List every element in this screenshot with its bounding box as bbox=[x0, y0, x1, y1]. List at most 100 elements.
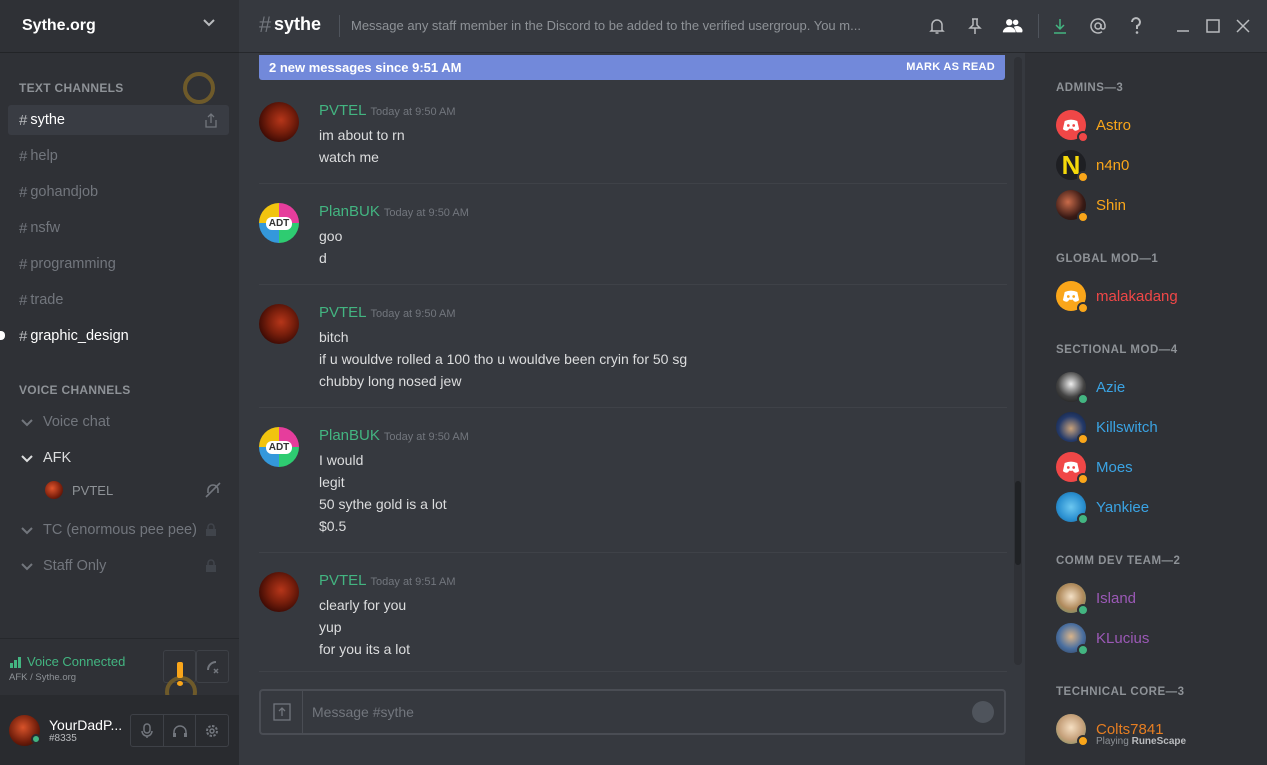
notifications-button[interactable] bbox=[926, 15, 948, 37]
member-n4n0[interactable]: Nn4n0 bbox=[1056, 149, 1256, 183]
close-button[interactable] bbox=[1232, 15, 1254, 37]
message-author[interactable]: PlanBUK bbox=[319, 203, 380, 220]
channel-programming[interactable]: # programming bbox=[8, 249, 229, 279]
avatar bbox=[1056, 492, 1089, 525]
user-tag: #8335 bbox=[49, 733, 77, 744]
invite-icon[interactable] bbox=[203, 113, 219, 129]
member-island[interactable]: Island bbox=[1056, 582, 1256, 616]
member-astro[interactable]: Astro bbox=[1056, 109, 1256, 143]
channel-nsfw[interactable]: # nsfw bbox=[8, 213, 229, 243]
member-shin[interactable]: Shin bbox=[1056, 189, 1256, 223]
channel-sythe[interactable]: # sythe bbox=[8, 105, 229, 135]
channel-hash-icon: # bbox=[19, 255, 28, 273]
channel-graphic-design[interactable]: # graphic_design bbox=[8, 321, 229, 351]
channel-hash-icon: # bbox=[19, 147, 28, 165]
avatar[interactable] bbox=[259, 572, 299, 612]
avatar[interactable] bbox=[259, 102, 299, 142]
member-list-toggle[interactable] bbox=[1001, 15, 1023, 37]
channel-trade[interactable]: # trade bbox=[8, 285, 229, 315]
disconnect-button[interactable] bbox=[196, 650, 229, 683]
voice-user-pvtel[interactable]: PVTEL bbox=[45, 479, 225, 501]
voice-channel-3[interactable]: Staff Only bbox=[8, 551, 229, 581]
scrollbar-track[interactable] bbox=[1014, 57, 1022, 665]
member-colts7841[interactable]: Colts7841 Playing RuneScape bbox=[1056, 713, 1256, 747]
channel-hash-icon: # bbox=[259, 12, 272, 37]
avatar bbox=[1056, 190, 1089, 223]
member-malakadang[interactable]: malakadang bbox=[1056, 280, 1256, 314]
channel-help[interactable]: # help bbox=[8, 141, 229, 171]
status-indicator bbox=[1077, 171, 1089, 183]
message-text: chubby long nosed jew bbox=[319, 373, 462, 389]
member-moes[interactable]: Moes bbox=[1056, 451, 1256, 485]
server-header[interactable]: Sythe.org bbox=[0, 0, 239, 53]
scrollbar-thumb[interactable] bbox=[1015, 481, 1021, 565]
voice-channel-2[interactable]: TC (enormous pee pee) bbox=[8, 515, 229, 545]
message-author[interactable]: PVTEL bbox=[319, 572, 367, 589]
mention-icon bbox=[1090, 18, 1106, 34]
message-text: watch me bbox=[319, 149, 379, 165]
channel-hash-icon: # bbox=[19, 327, 28, 345]
channel-gohandjob[interactable]: # gohandjob bbox=[8, 177, 229, 207]
mute-button[interactable] bbox=[131, 715, 164, 746]
message-author[interactable]: PVTEL bbox=[319, 102, 367, 119]
message-group: PVTEL Today at 9:50 AM im about to rn watch… bbox=[259, 102, 1007, 184]
message-list[interactable]: 2 new messages since 9:51 AM MARK AS REA… bbox=[239, 53, 1025, 673]
message-text: if u wouldve rolled a 100 tho u wouldve … bbox=[319, 351, 688, 367]
tutorial-indicator[interactable] bbox=[183, 72, 215, 104]
voice-status-sub: AFK / Sythe.org bbox=[9, 672, 77, 683]
avatar[interactable] bbox=[259, 304, 299, 344]
avatar[interactable]: ADT bbox=[259, 427, 299, 467]
emoji-picker-icon[interactable] bbox=[972, 701, 994, 723]
user-settings-button[interactable] bbox=[196, 715, 228, 746]
voice-channel-name: Voice chat bbox=[43, 414, 110, 430]
deafen-button[interactable] bbox=[164, 715, 197, 746]
channel-hash-icon: # bbox=[19, 111, 28, 129]
voice-channel-0[interactable]: Voice chat bbox=[8, 407, 229, 437]
minimize-button[interactable] bbox=[1172, 15, 1194, 37]
maximize-button[interactable] bbox=[1202, 15, 1224, 37]
text-channels-header[interactable]: TEXT CHANNELS bbox=[19, 81, 124, 95]
pin-icon bbox=[968, 18, 982, 34]
avatar[interactable]: ADT bbox=[259, 203, 299, 243]
upload-button[interactable] bbox=[261, 691, 303, 733]
lock-icon bbox=[206, 523, 216, 536]
status-indicator bbox=[1077, 735, 1089, 747]
avatar bbox=[1056, 583, 1089, 616]
avatar: N bbox=[1056, 150, 1089, 183]
pinned-messages-button[interactable] bbox=[964, 15, 986, 37]
message-body: I would legit 50 sythe gold is a lot $0.5 bbox=[319, 449, 447, 537]
download-button[interactable] bbox=[1049, 15, 1071, 37]
member-yankiee[interactable]: Yankiee bbox=[1056, 491, 1256, 525]
mark-as-read-button[interactable]: MARK AS READ bbox=[906, 61, 995, 73]
maximize-icon bbox=[1206, 19, 1220, 33]
message-input[interactable]: Message #sythe bbox=[312, 704, 414, 720]
member-group-title: TECHNICAL CORE—3 bbox=[1056, 686, 1185, 698]
member-killswitch[interactable]: Killswitch bbox=[1056, 411, 1256, 445]
message-author[interactable]: PlanBUK bbox=[319, 427, 380, 444]
member-name: KLucius bbox=[1096, 629, 1150, 647]
help-button[interactable] bbox=[1125, 15, 1147, 37]
channel-name: graphic_design bbox=[30, 328, 129, 344]
message-author[interactable]: PVTEL bbox=[319, 304, 367, 321]
status-indicator bbox=[1077, 604, 1089, 616]
mentions-button[interactable] bbox=[1087, 15, 1109, 37]
voice-channels-header[interactable]: VOICE CHANNELS bbox=[19, 383, 131, 397]
voice-connected-status[interactable]: Voice Connected bbox=[9, 654, 125, 669]
channel-sidebar: Sythe.org TEXT CHANNELS # sythe # help # goha… bbox=[0, 0, 239, 765]
status-indicator bbox=[1077, 644, 1089, 656]
voice-channel-1[interactable]: AFK bbox=[8, 443, 229, 473]
message-body: bitch if u wouldve rolled a 100 tho u wou… bbox=[319, 326, 687, 392]
members-icon bbox=[1002, 19, 1023, 33]
new-messages-bar[interactable]: 2 new messages since 9:51 AM MARK AS REA… bbox=[259, 55, 1005, 80]
member-name: Moes bbox=[1096, 458, 1133, 476]
avatar bbox=[45, 481, 63, 499]
member-klucius[interactable]: KLucius bbox=[1056, 622, 1256, 656]
avatar-text: ADT bbox=[265, 440, 293, 454]
member-azie[interactable]: Azie bbox=[1056, 371, 1256, 405]
header-divider-2 bbox=[1038, 14, 1039, 38]
chevron-down-icon bbox=[21, 563, 33, 571]
channel-topic[interactable]: Message any staff member in the Discord … bbox=[351, 18, 876, 33]
avatar bbox=[1056, 452, 1089, 485]
message-text: bitch bbox=[319, 329, 349, 345]
message-body: goo d bbox=[319, 225, 342, 269]
